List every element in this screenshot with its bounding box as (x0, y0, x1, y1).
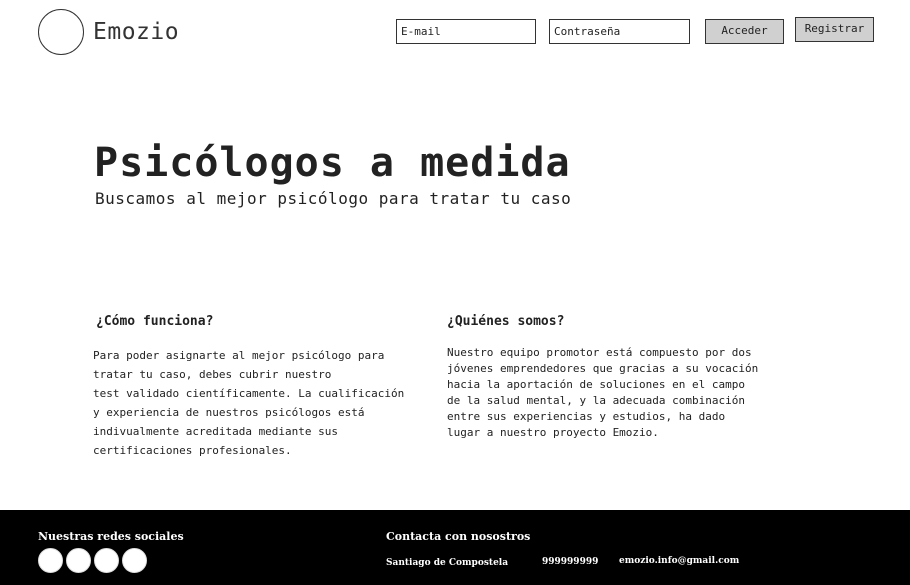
page: Emozio Acceder Registrar Psicólogos a me… (0, 0, 910, 585)
brand-name[interactable]: Emozio (93, 19, 179, 45)
footer: Nuestras redes sociales Contacta con nos… (0, 510, 910, 585)
who-we-are-line: lugar a nuestro proyecto Emozio. (447, 426, 659, 439)
contact-city: Santiago de Compostela (386, 558, 509, 568)
who-we-are-title: ¿Quiénes somos? (447, 314, 565, 329)
how-it-works-title: ¿Cómo funciona? (96, 314, 214, 329)
social-icon-4[interactable] (122, 548, 147, 573)
who-we-are-text: Nuestro equipo promotor está compuesto p… (447, 345, 787, 441)
who-we-are-line: jóvenes emprendedores que gracias a su v… (447, 362, 759, 375)
social-icon-1[interactable] (38, 548, 63, 573)
how-it-works-text: Para poder asignarte al mejor psicólogo … (93, 346, 433, 460)
how-it-works-line: y experiencia de nuestros psicólogos est… (93, 406, 365, 419)
how-it-works-line: tratar tu caso, debes cubrir nuestro (93, 368, 332, 381)
contact-title: Contacta con nosostros (386, 530, 531, 543)
hero-subtitle: Buscamos al mejor psicólogo para tratar … (95, 189, 572, 208)
social-icon-2[interactable] (66, 548, 91, 573)
how-it-works-line: certificaciones profesionales. (93, 444, 292, 457)
register-button[interactable]: Registrar (795, 17, 874, 42)
how-it-works-line: indivualmente acreditada mediante sus (93, 425, 339, 438)
who-we-are-line: de la salud mental, y la adecuada combin… (447, 394, 746, 407)
contact-phone[interactable]: 999999999 (542, 557, 598, 567)
social-title: Nuestras redes sociales (38, 530, 184, 543)
contact-email[interactable]: emozio.info@gmail.com (619, 556, 739, 566)
how-it-works-line: test validado científicamente. La cualif… (93, 387, 405, 400)
social-links (38, 548, 147, 573)
who-we-are-line: Nuestro equipo promotor está compuesto p… (447, 346, 752, 359)
logo-icon[interactable] (38, 9, 84, 55)
email-input[interactable] (396, 19, 536, 44)
who-we-are-line: entre sus experiencias y estudios, ha da… (447, 410, 726, 423)
how-it-works-line: Para poder asignarte al mejor psicólogo … (93, 349, 385, 362)
who-we-are-line: hacia la aportación de soluciones en el … (447, 378, 746, 391)
social-icon-3[interactable] (94, 548, 119, 573)
password-input[interactable] (549, 19, 690, 44)
hero-title: Psicólogos a medida (94, 140, 571, 186)
login-button[interactable]: Acceder (705, 19, 784, 44)
